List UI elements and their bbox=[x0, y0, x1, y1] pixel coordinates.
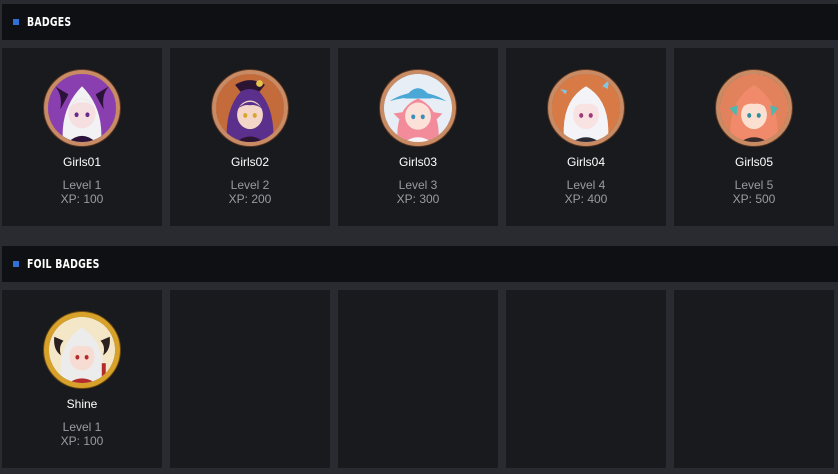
badges-section-header: BADGES bbox=[2, 4, 838, 40]
badge-level: Level 1 bbox=[62, 178, 102, 192]
foil-badges-row: Shine Level 1 XP: 100 bbox=[2, 290, 834, 468]
badge-xp: XP: 300 bbox=[396, 192, 440, 206]
girls04-avatar-icon bbox=[548, 70, 624, 146]
badge-level: Level 2 bbox=[230, 178, 270, 192]
badge-xp: XP: 500 bbox=[732, 192, 776, 206]
badges-section-title: BADGES bbox=[27, 15, 72, 29]
girls02-avatar-icon bbox=[212, 70, 288, 146]
badge-card-girls03[interactable]: Girls03 Level 3 XP: 300 bbox=[338, 48, 498, 226]
empty-badge-slot bbox=[338, 290, 498, 468]
empty-badge-slot bbox=[674, 290, 834, 468]
girls04-portrait bbox=[552, 74, 620, 142]
badge-name: Girls01 bbox=[62, 155, 101, 169]
badge-card-shine[interactable]: Shine Level 1 XP: 100 bbox=[2, 290, 162, 468]
girls02-portrait bbox=[216, 74, 284, 142]
badges-row: Girls01 Level 1 XP: 100 Girls02 Level 2 … bbox=[2, 48, 834, 226]
girls01-avatar-icon bbox=[44, 70, 120, 146]
badge-name: Girls02 bbox=[230, 155, 269, 169]
empty-badge-slot bbox=[170, 290, 330, 468]
badge-name: Girls05 bbox=[734, 155, 773, 169]
badge-level: Level 5 bbox=[734, 178, 774, 192]
section-marker-icon bbox=[13, 261, 19, 267]
badge-card-girls05[interactable]: Girls05 Level 5 XP: 500 bbox=[674, 48, 834, 226]
foil-badges-section-header: FOIL BADGES bbox=[2, 246, 838, 282]
girls05-portrait bbox=[720, 74, 788, 142]
girls05-avatar-icon bbox=[716, 70, 792, 146]
badge-xp: XP: 100 bbox=[60, 192, 104, 206]
badge-level: Level 1 bbox=[62, 420, 102, 434]
shine-foil-avatar-icon bbox=[44, 312, 120, 388]
badge-card-girls02[interactable]: Girls02 Level 2 XP: 200 bbox=[170, 48, 330, 226]
badge-level: Level 3 bbox=[398, 178, 438, 192]
badge-card-girls01[interactable]: Girls01 Level 1 XP: 100 bbox=[2, 48, 162, 226]
badge-xp: XP: 400 bbox=[564, 192, 608, 206]
badge-name: Shine bbox=[66, 397, 98, 411]
girls01-portrait bbox=[48, 74, 116, 142]
badge-xp: XP: 100 bbox=[60, 434, 104, 448]
badge-card-girls04[interactable]: Girls04 Level 4 XP: 400 bbox=[506, 48, 666, 226]
foil-badges-section-title: FOIL BADGES bbox=[27, 257, 100, 271]
girls03-avatar-icon bbox=[380, 70, 456, 146]
badges-page: BADGES Girls01 Level 1 XP: 100 Girls02 L… bbox=[0, 0, 838, 474]
badge-name: Girls03 bbox=[398, 155, 437, 169]
badge-level: Level 4 bbox=[566, 178, 606, 192]
shine-portrait bbox=[49, 317, 115, 383]
section-marker-icon bbox=[13, 19, 19, 25]
badge-name: Girls04 bbox=[566, 155, 605, 169]
badge-xp: XP: 200 bbox=[228, 192, 272, 206]
girls03-portrait bbox=[384, 74, 452, 142]
empty-badge-slot bbox=[506, 290, 666, 468]
